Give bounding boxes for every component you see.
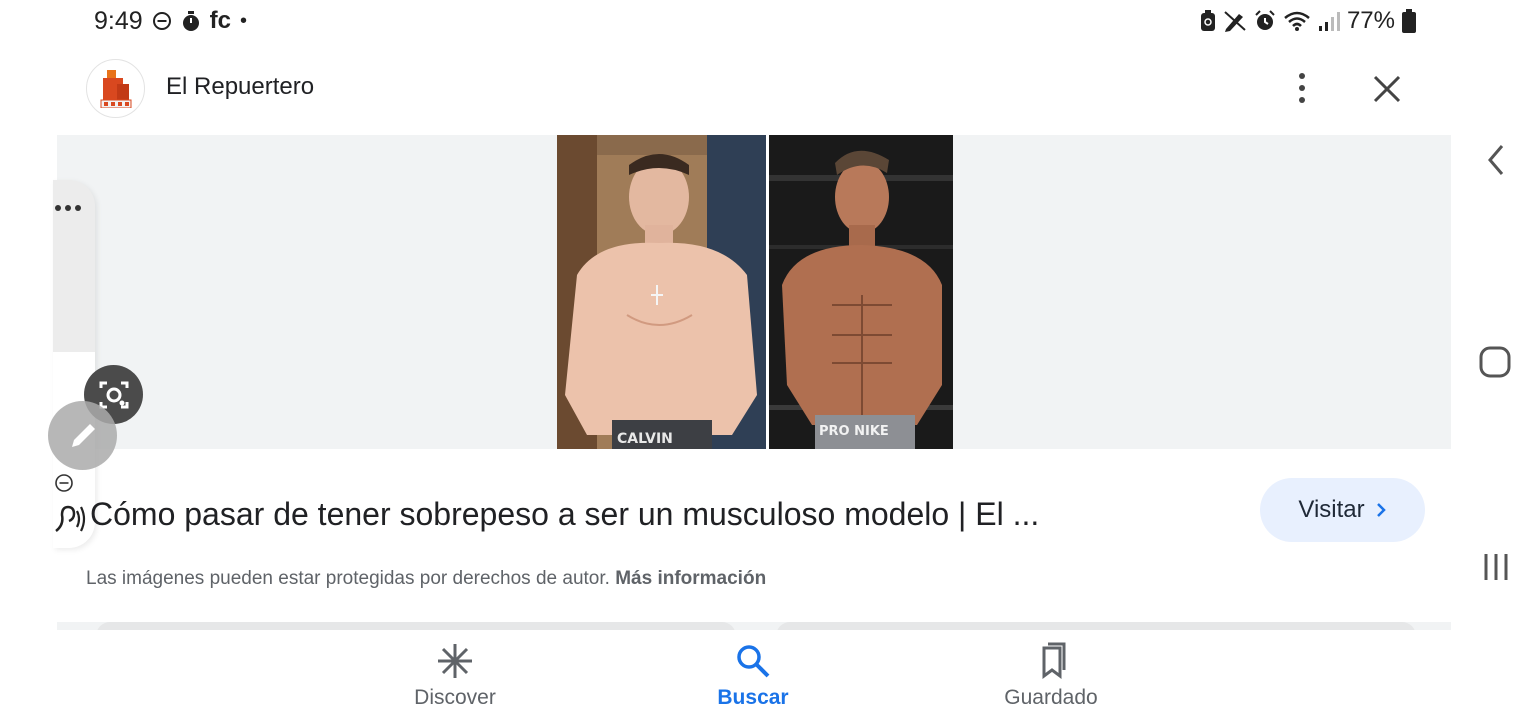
clock: 9:49 (94, 6, 143, 35)
panel-dot (65, 205, 71, 211)
system-recents-icon[interactable] (1480, 550, 1512, 584)
nav-guardado-label: Guardado (1004, 686, 1098, 709)
read-aloud-icon[interactable] (52, 501, 86, 537)
stopwatch-icon (182, 11, 199, 31)
panel-dot (55, 205, 61, 211)
more-info-link[interactable]: Más información (615, 568, 766, 589)
status-bar-left: 9:49 fc • (94, 6, 247, 36)
search-icon (737, 645, 770, 678)
signal-icon (1318, 12, 1340, 31)
more-options-button[interactable] (1286, 68, 1318, 108)
visit-button[interactable]: Visitar (1260, 478, 1425, 542)
before-after-photo: CALVIN PRO NIKE (557, 135, 953, 449)
panel-dot (75, 205, 81, 211)
site-name[interactable]: El Repuertero (166, 73, 314, 101)
svg-text:PRO NIKE: PRO NIKE (819, 424, 889, 439)
copyright-notice: Las imágenes pueden estar protegidas por… (86, 568, 766, 590)
alarm-icon (1255, 10, 1275, 30)
more-notifications-dot: • (240, 9, 248, 32)
nav-buscar-label: Buscar (717, 686, 789, 709)
nav-discover-label: Discover (414, 686, 496, 709)
result-title[interactable]: Cómo pasar de tener sobrepeso a ser un m… (90, 496, 1039, 533)
chevron-right-icon (1376, 503, 1386, 517)
battery-percent: 77% (1346, 7, 1395, 34)
system-back-icon[interactable] (1480, 140, 1512, 180)
more-dot (1299, 73, 1305, 79)
site-logo[interactable] (86, 59, 145, 118)
close-icon[interactable] (1366, 68, 1408, 110)
more-dot (1299, 97, 1305, 103)
nav-guardado[interactable]: Guardado (941, 642, 1161, 710)
asterisk-icon (438, 644, 472, 678)
battery-saver-icon (1200, 10, 1215, 31)
pen-button[interactable] (48, 401, 117, 470)
wifi-icon (1284, 11, 1310, 31)
battery-icon (1402, 9, 1416, 33)
nav-discover[interactable]: Discover (345, 642, 565, 710)
do-not-disturb-icon (152, 12, 171, 30)
edge-panel-more-icon[interactable] (55, 205, 81, 211)
notification-app-label: fc (209, 7, 232, 34)
nav-buscar[interactable]: Buscar (643, 642, 863, 710)
more-dot (1299, 85, 1305, 91)
result-image[interactable]: CALVIN PRO NIKE (557, 135, 953, 449)
copyright-text: Las imágenes pueden estar protegidas por… (86, 568, 610, 589)
system-home-icon[interactable] (1478, 345, 1512, 379)
status-bar-right: 77% (1200, 6, 1416, 36)
svg-text:CALVIN: CALVIN (617, 431, 673, 447)
pen-off-icon (1224, 11, 1246, 32)
shopping-bag-logo-icon (100, 69, 131, 108)
minimize-circle-icon[interactable] (54, 473, 74, 493)
visit-label: Visitar (1298, 496, 1365, 523)
pencil-icon (71, 423, 95, 447)
bookmarks-icon (1042, 642, 1066, 679)
